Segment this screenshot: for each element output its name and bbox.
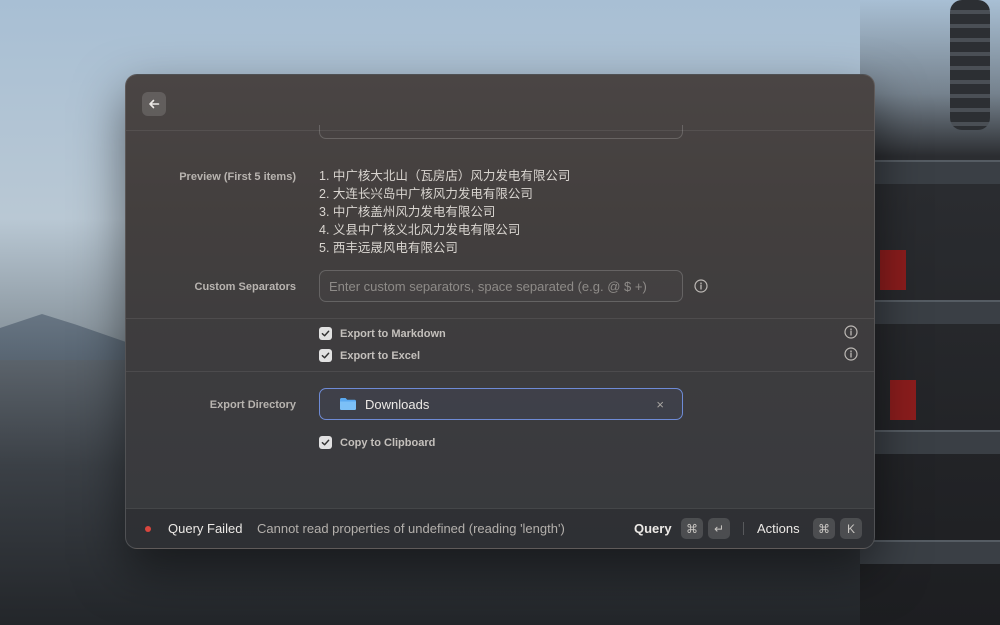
copy-to-clipboard-label: Copy to Clipboard — [340, 436, 436, 449]
export-excel-label: Export to Excel — [340, 349, 421, 362]
actions-button[interactable]: Actions — [757, 521, 800, 536]
checkbox-checked[interactable] — [319, 436, 332, 449]
back-button[interactable] — [142, 92, 166, 116]
separators-label: Custom Separators — [194, 281, 296, 293]
preview-list: 1. 中广核大北山（瓦房店）风力发电有限公司 2. 大连长兴岛中广核风力发电有限… — [319, 167, 570, 257]
checkbox-checked[interactable] — [319, 349, 332, 362]
divider — [126, 318, 874, 319]
list-item: 5. 西丰远晟风电有限公司 — [319, 241, 458, 255]
list-item: 3. 中广核盖州风力发电有限公司 — [319, 205, 496, 219]
info-icon[interactable] — [844, 325, 858, 339]
list-item: 4. 义县中广核义北风力发电有限公司 — [319, 223, 521, 237]
export-directory-label: Export Directory — [209, 399, 296, 411]
status-title: Query Failed — [168, 521, 243, 536]
k-key-icon: K — [840, 518, 862, 539]
separators-placeholder: Enter custom separators, space separated… — [329, 278, 647, 294]
export-directory-value: Downloads — [365, 396, 430, 412]
check-icon — [321, 330, 330, 337]
separators-input[interactable]: Enter custom separators, space separated… — [319, 270, 683, 302]
preview-label: Preview (First 5 items) — [179, 171, 296, 183]
list-item: 2. 大连长兴岛中广核风力发电有限公司 — [319, 187, 533, 201]
export-markdown-checkbox[interactable]: Export to Markdown — [319, 327, 446, 340]
enter-key-icon: ↵ — [708, 518, 730, 539]
copy-to-clipboard-checkbox[interactable]: Copy to Clipboard — [319, 436, 435, 449]
export-directory-picker[interactable]: Downloads × — [319, 388, 683, 420]
info-icon[interactable] — [844, 347, 858, 361]
info-icon[interactable] — [694, 279, 708, 293]
arrow-left-icon — [149, 99, 160, 109]
command-key-icon: ⌘ — [813, 518, 835, 539]
footer-separator — [743, 522, 744, 535]
status-message: Cannot read properties of undefined (rea… — [257, 521, 565, 536]
folder-icon — [340, 398, 356, 410]
query-action-button[interactable]: Query — [634, 521, 672, 536]
title-bar — [126, 75, 874, 131]
checkbox-checked[interactable] — [319, 327, 332, 340]
divider — [126, 371, 874, 372]
status-error-dot — [145, 526, 151, 532]
export-excel-checkbox[interactable]: Export to Excel — [319, 349, 420, 362]
check-icon — [321, 439, 330, 446]
footer-bar: Query Failed Cannot read properties of u… — [126, 508, 874, 548]
check-icon — [321, 352, 330, 359]
wallpaper-spire — [950, 0, 990, 130]
command-key-icon: ⌘ — [681, 518, 703, 539]
extension-window: Preview (First 5 items) 1. 中广核大北山（瓦房店）风力… — [125, 74, 875, 549]
clipped-input-field[interactable] — [319, 125, 683, 139]
clear-button[interactable]: × — [656, 397, 664, 412]
export-markdown-label: Export to Markdown — [340, 327, 446, 340]
list-item: 1. 中广核大北山（瓦房店）风力发电有限公司 — [319, 169, 571, 183]
